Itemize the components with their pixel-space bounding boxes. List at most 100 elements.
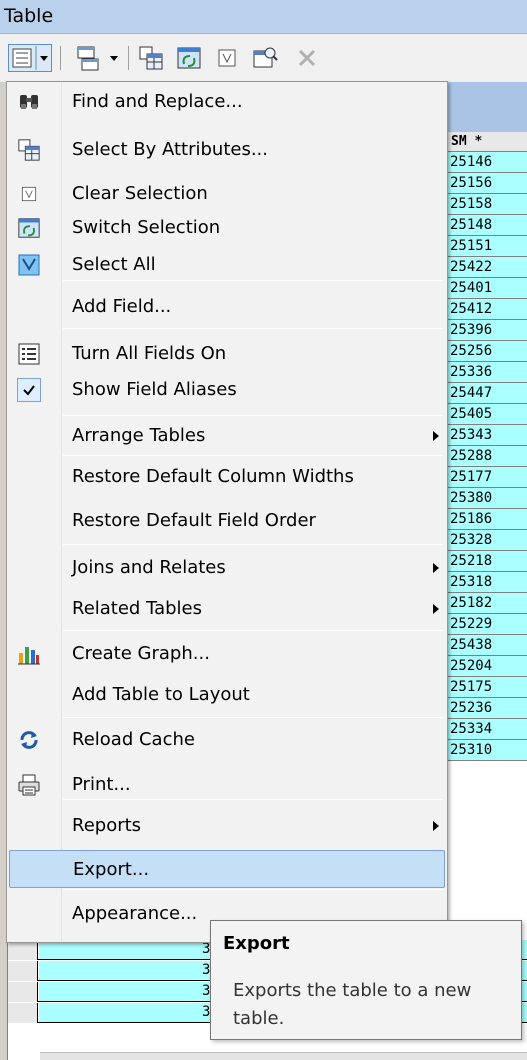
table-cell[interactable]: 25447 — [446, 383, 527, 404]
submenu-arrow-icon — [433, 821, 439, 831]
row-selector[interactable] — [8, 961, 38, 981]
clear-selection-button[interactable] — [210, 44, 244, 72]
window-title: Table — [4, 5, 54, 27]
switch-selection-icon — [17, 216, 41, 240]
table-options-button[interactable] — [8, 44, 52, 72]
table-cell[interactable]: 25186 — [446, 509, 527, 530]
table-cell[interactable]: 25328 — [446, 530, 527, 551]
menu-item-switch-selection[interactable]: Switch Selection — [9, 209, 445, 247]
menu-item-reload-cache[interactable]: Reload Cache — [9, 721, 445, 759]
menu-item-label: Add Field... — [72, 296, 172, 317]
table-cell[interactable]: 25229 — [446, 614, 527, 635]
table-cell[interactable]: 25146 — [446, 152, 527, 173]
menu-item-select-all[interactable]: Select All — [9, 246, 445, 284]
table-cell[interactable]: 25288 — [446, 446, 527, 467]
related-tables-button[interactable] — [66, 44, 124, 72]
menu-item-related-tables[interactable]: Related Tables — [9, 590, 445, 628]
select-by-attributes-icon — [17, 138, 41, 162]
menu-item-turn-all-fields-on[interactable]: Turn All Fields On — [9, 335, 445, 373]
menu-item-label: Turn All Fields On — [72, 343, 227, 364]
table-cell[interactable]: 25396 — [446, 320, 527, 341]
submenu-arrow-icon — [433, 563, 439, 573]
binoculars-icon — [17, 90, 41, 114]
menu-item-joins-and-relates[interactable]: Joins and Relates — [9, 549, 445, 587]
menu-item-label: Restore Default Column Widths — [72, 466, 354, 487]
table-cell[interactable]: 25336 — [446, 362, 527, 383]
menu-item-label: Switch Selection — [72, 217, 221, 238]
row-selector[interactable] — [8, 1003, 38, 1023]
related-tables-icon — [77, 46, 118, 71]
menu-item-label: Select By Attributes... — [72, 139, 268, 160]
table-cell[interactable]: 25334 — [446, 719, 527, 740]
zoom-to-selected-button[interactable] — [248, 44, 282, 72]
switch-selection-icon — [177, 47, 201, 69]
table-cell[interactable]: 25405 — [446, 404, 527, 425]
export-tooltip: Export Exports the table to a new table. — [210, 920, 522, 1040]
table-cell[interactable]: 25156 — [446, 173, 527, 194]
table-cell[interactable]: 25151 — [446, 236, 527, 257]
table-cell[interactable]: 25256 — [446, 341, 527, 362]
menu-separator — [63, 328, 443, 329]
table-cell[interactable]: 25177 — [446, 467, 527, 488]
table-cell[interactable]: 25343 — [446, 425, 527, 446]
menu-item-restore-default-column-widths[interactable]: Restore Default Column Widths — [9, 458, 445, 496]
row-selector[interactable] — [8, 982, 38, 1002]
menu-separator — [63, 630, 443, 631]
menu-item-label: Reports — [72, 815, 142, 836]
column-header[interactable]: SM * — [446, 132, 527, 152]
table-cell[interactable]: 25182 — [446, 593, 527, 614]
row-selector[interactable] — [8, 940, 38, 960]
menu-separator — [63, 455, 443, 456]
menu-item-add-table-to-layout[interactable]: Add Table to Layout — [9, 676, 445, 714]
menu-item-add-field[interactable]: Add Field... — [9, 288, 445, 326]
select-all-icon — [17, 253, 41, 277]
table-cell[interactable]: 25422 — [446, 257, 527, 278]
table-cell[interactable]: 25412 — [446, 299, 527, 320]
bar-chart-icon — [17, 642, 41, 666]
menu-item-label: Arrange Tables — [72, 425, 206, 446]
table-cell[interactable]: 25218 — [446, 551, 527, 572]
table-cell[interactable]: 25310 — [446, 740, 527, 761]
menu-item-clear-selection[interactable]: Clear Selection — [9, 175, 445, 213]
menu-item-label: Add Table to Layout — [72, 684, 250, 705]
select-by-attributes-button[interactable] — [134, 44, 168, 72]
select-by-attributes-icon — [139, 46, 163, 70]
menu-separator — [63, 280, 443, 281]
switch-selection-button[interactable] — [172, 44, 206, 72]
table-cell[interactable]: 25236 — [446, 698, 527, 719]
printer-icon — [17, 773, 41, 797]
table-cell[interactable]: 25318 — [446, 572, 527, 593]
menu-item-label: Related Tables — [72, 598, 203, 619]
menu-item-restore-default-field-order[interactable]: Restore Default Field Order — [9, 502, 445, 540]
table-options-menu: Find and Replace... Select By Attributes.… — [6, 81, 448, 943]
menu-item-arrange-tables[interactable]: Arrange Tables — [9, 417, 445, 455]
window-titlebar: Table — [0, 0, 527, 34]
menu-item-export[interactable]: Export... — [9, 850, 445, 888]
table-cell[interactable]: 25438 — [446, 635, 527, 656]
menu-item-label: Find and Replace... — [72, 91, 243, 112]
menu-item-create-graph[interactable]: Create Graph... — [9, 635, 445, 673]
menu-item-show-field-aliases[interactable]: Show Field Aliases — [9, 371, 445, 409]
horizontal-scrollbar[interactable] — [40, 1052, 527, 1060]
menu-item-label: Select All — [72, 254, 156, 275]
menu-item-label: Export... — [73, 859, 150, 880]
menu-item-select-by-attributes[interactable]: Select By Attributes... — [9, 131, 445, 169]
delete-selected-button[interactable] — [290, 44, 324, 72]
menu-separator — [63, 544, 443, 545]
menu-item-find-and-replace[interactable]: Find and Replace... — [9, 83, 445, 121]
table-cell[interactable]: 25148 — [446, 215, 527, 236]
table-cell[interactable]: 25175 — [446, 677, 527, 698]
menu-separator — [63, 889, 443, 890]
menu-item-label: Create Graph... — [72, 643, 210, 664]
table-cell[interactable]: 25380 — [446, 488, 527, 509]
clear-selection-icon — [17, 182, 41, 206]
table-cell[interactable]: 25204 — [446, 656, 527, 677]
table-toolbar — [0, 34, 527, 82]
menu-item-label: Reload Cache — [72, 729, 195, 750]
menu-item-reports[interactable]: Reports — [9, 807, 445, 845]
checkmark-icon — [17, 378, 41, 402]
menu-item-label: Joins and Relates — [72, 557, 226, 578]
value-column: 25146 25156 25158 25148 25151 25422 25401 25412… — [446, 152, 527, 761]
table-cell[interactable]: 25158 — [446, 194, 527, 215]
table-cell[interactable]: 25401 — [446, 278, 527, 299]
